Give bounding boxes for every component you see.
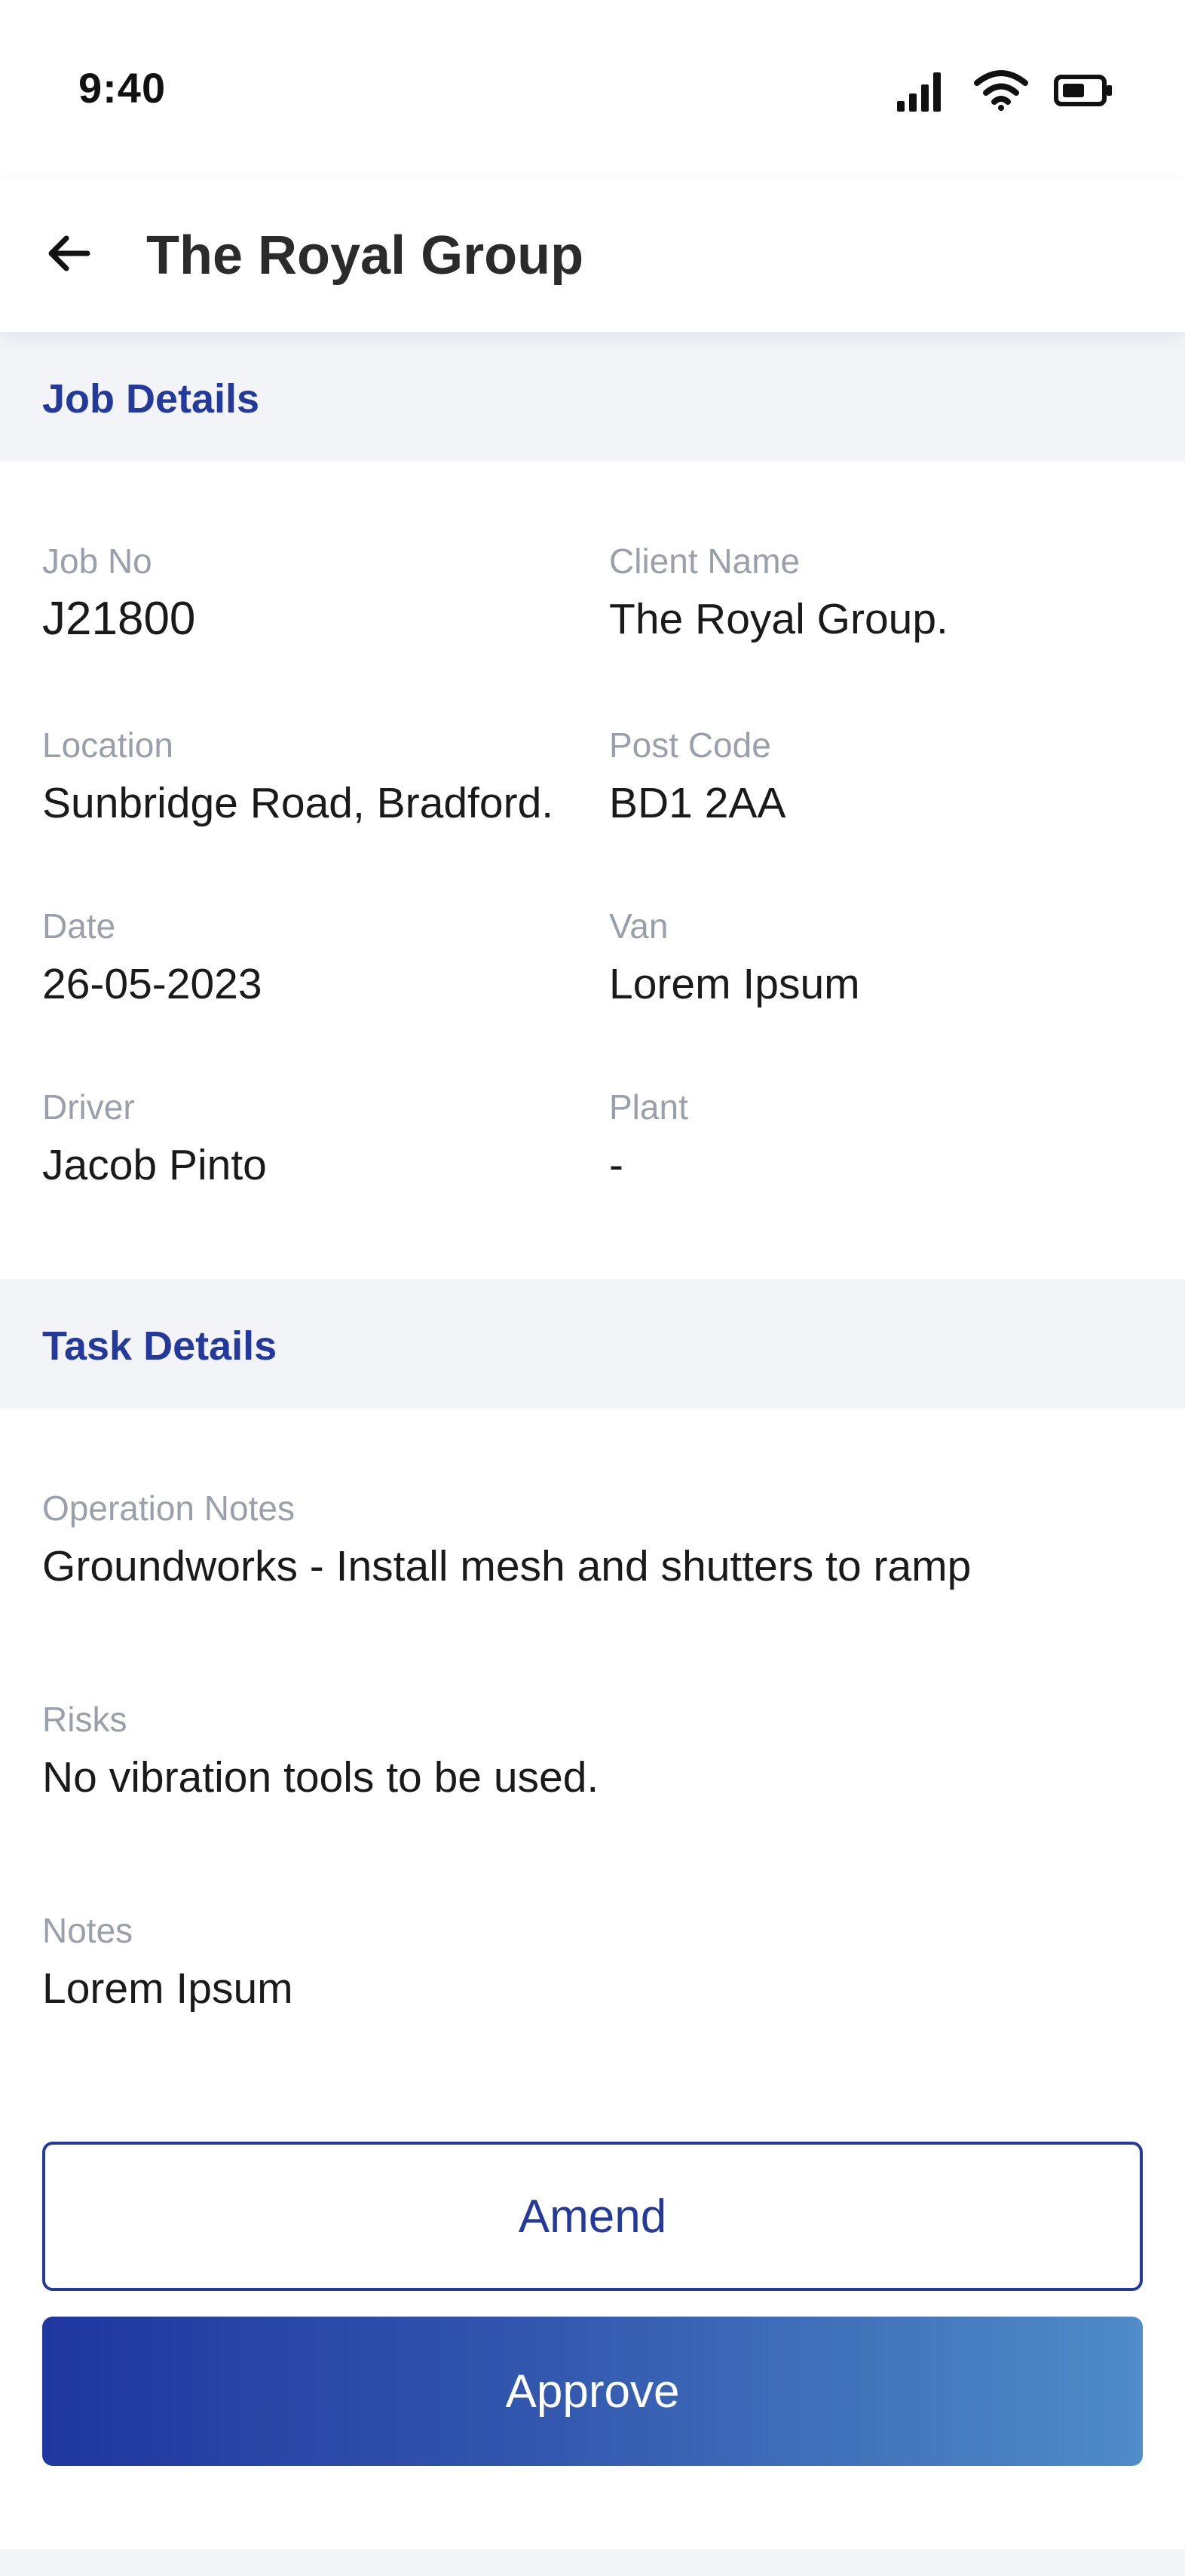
operation-notes-field: Operation Notes Groundworks - Install me… [42,1486,971,1596]
status-icons [896,66,1114,115]
date-field: Date 26-05-2023 [42,903,262,1014]
field-value: Lorem Ipsum [609,960,860,1008]
app-header: The Royal Group [0,178,1185,332]
task-details-header: Task Details [0,1279,1185,1409]
field-label: Location [42,725,173,765]
wifi-icon [974,70,1028,111]
approve-button[interactable]: Approve [42,2317,1143,2466]
field-label: Driver [42,1087,135,1127]
back-button[interactable] [39,223,100,284]
van-field: Van Lorem Ipsum [609,903,860,1014]
field-value: Sunbridge Road, Bradford. [42,779,554,827]
field-value: The Royal Group. [609,595,948,643]
cellular-signal-icon [897,72,941,112]
field-label: Post Code [609,725,771,765]
arrow-left-icon [48,235,90,271]
plant-field: Plant - [609,1084,688,1194]
field-label: Van [609,906,669,946]
field-label: Date [42,906,116,946]
bottom-strip [0,2549,1185,2576]
post-code-field: Post Code BD1 2AA [609,722,785,833]
location-field: Location Sunbridge Road, Bradford. [42,722,553,833]
page-title: The Royal Group [146,225,584,286]
field-value: J21800 [42,593,196,645]
field-label: Risks [42,1700,127,1739]
status-time: 9:40 [78,64,167,112]
field-value: BD1 2AA [609,779,786,827]
battery-icon [1054,75,1112,106]
field-value: - [609,1141,623,1189]
risks-field: Risks No vibration tools to be used. [42,1697,599,1807]
field-label: Operation Notes [42,1489,295,1528]
field-label: Client Name [609,541,801,581]
driver-field: Driver Jacob Pinto [42,1084,267,1194]
job-details-header: Job Details [0,332,1185,462]
field-value: 26-05-2023 [42,960,262,1008]
field-value: Groundworks - Install mesh and shutters … [42,1542,972,1590]
field-value: Lorem Ipsum [42,1964,293,2013]
job-no-field: Job No J21800 [42,538,195,649]
field-label: Plant [609,1087,688,1127]
field-label: Notes [42,1911,133,1950]
task-details-heading: Task Details [42,1323,277,1369]
client-name-field: Client Name The Royal Group. [609,538,948,649]
field-label: Job No [42,541,152,581]
amend-button[interactable]: Amend [42,2142,1143,2291]
notes-field: Notes Lorem Ipsum [42,1908,293,2018]
job-details-heading: Job Details [42,376,260,422]
status-bar: 9:40 [0,0,1185,178]
field-value: Jacob Pinto [42,1141,267,1189]
field-value: No vibration tools to be used. [42,1753,599,1802]
